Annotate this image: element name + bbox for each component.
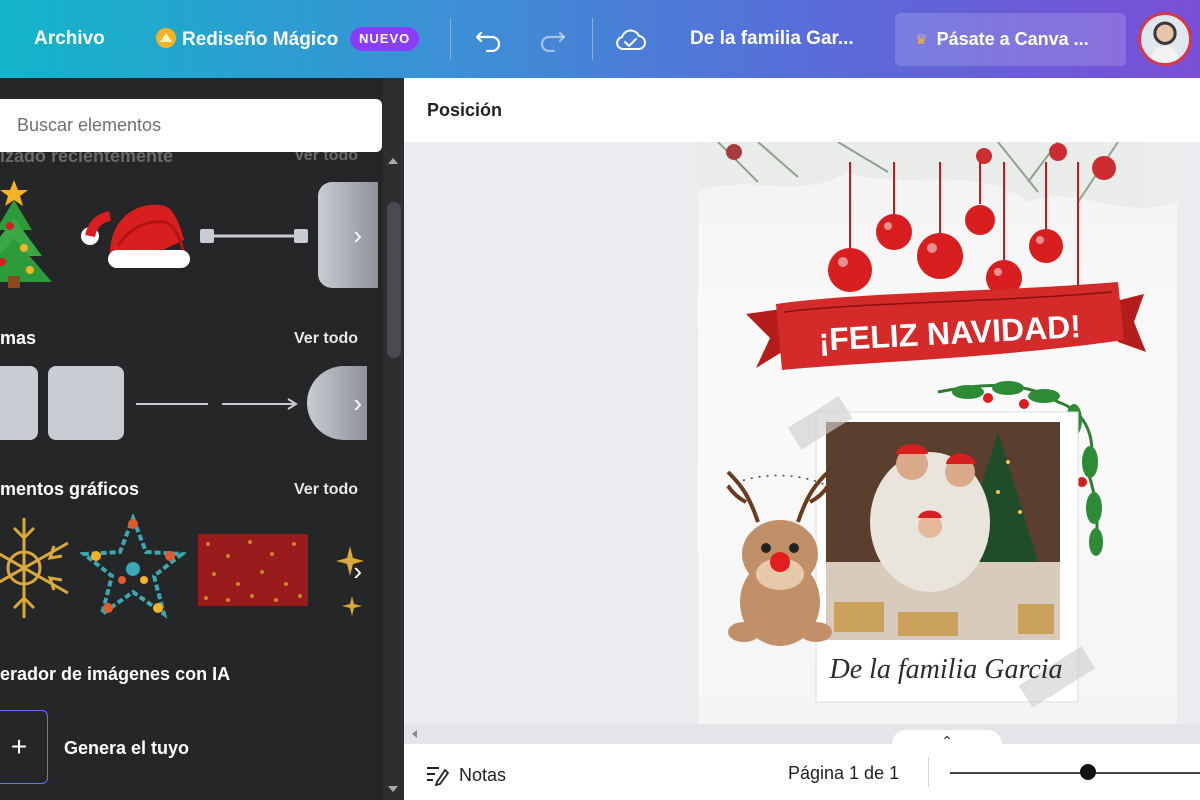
horizontal-scrollbar[interactable] [404,724,1200,744]
upgrade-button[interactable]: ♛ Pásate a Canva ... [895,13,1126,66]
divider [450,18,451,60]
section-title-shapes: mas [0,328,37,348]
scroll-right-graphics-button[interactable]: › [324,518,362,624]
magic-redesign-button[interactable]: Rediseño Mágico [156,28,338,51]
christmas-pattern-graphic[interactable] [198,534,308,606]
scroll-up-icon[interactable] [388,158,398,164]
save-status-button[interactable] [612,22,648,58]
new-badge: NUEVO [350,27,420,51]
search-input[interactable] [0,99,382,152]
scroll-left-icon[interactable] [412,730,417,738]
arrow-shape[interactable] [220,394,300,414]
undo-button[interactable] [471,22,507,58]
scroll-right-recent-button[interactable]: › [324,182,362,288]
redo-button[interactable] [534,22,570,58]
christmas-card-design[interactable]: ¡FELIZ NAVIDAD! De la familia Garcia [698,142,1177,724]
panel-scrollbar[interactable] [383,78,404,800]
magic-redesign-label: Rediseño Mágico [182,29,339,50]
upgrade-label: Pásate a Canva ... [936,29,1089,49]
divider [592,18,593,60]
notes-button[interactable]: Notas [425,764,506,786]
line-shape[interactable] [134,394,210,414]
generate-label[interactable]: Genera el tuyo [64,738,189,759]
zoom-slider-handle[interactable] [1080,764,1096,780]
crown-icon: ♛ [915,31,928,47]
notes-label: Notas [459,764,507,785]
elements-panel: izado recientemente Ver todo › mas Ver t… [0,78,404,800]
section-title-ai-generator: erador de imágenes con IA [0,664,231,684]
ornament-star-graphic[interactable] [80,514,186,622]
undo-icon [475,31,501,52]
scroll-thumb[interactable] [387,202,401,358]
line-with-ends-sticker[interactable] [198,226,310,246]
reindeer-sticker [726,470,832,646]
chevron-right-icon: › [353,387,362,418]
crown-icon [156,28,176,48]
bottom-bar: ⌃ Notas Página 1 de 1 [404,730,1200,800]
redo-icon [540,31,566,52]
christmas-tree-sticker[interactable] [0,178,64,294]
section-title-graphics: mentos gráficos [0,479,140,499]
rounded-square-shape[interactable] [48,366,124,440]
position-button[interactable]: Posición [427,100,502,121]
document-title[interactable]: De la familia Gar... [690,28,854,50]
scroll-down-icon[interactable] [388,786,398,792]
zoom-slider-track[interactable] [950,772,1200,774]
card-artwork: ¡FELIZ NAVIDAD! De la familia Garcia [698,142,1177,708]
top-bar: Archivo Rediseño Mágico NUEVO De la fami… [0,0,1200,78]
avatar[interactable] [1138,12,1192,66]
search-box [0,99,382,152]
notes-icon [427,767,449,786]
see-all-graphics-link[interactable]: Ver todo [294,481,358,499]
chevron-right-icon: › [353,219,362,250]
see-all-shapes-link[interactable]: Ver todo [294,330,358,348]
chevron-right-icon: › [353,555,362,586]
card-signature: De la familia Garcia [828,654,1062,685]
santa-hat-sticker[interactable] [80,196,190,276]
cloud-check-icon [616,29,646,50]
pine-branches [698,142,1177,208]
chevron-up-icon: ⌃ [941,733,953,749]
square-shape[interactable] [0,366,38,440]
page-indicator[interactable]: Página 1 de 1 [788,763,899,784]
generate-image-button[interactable]: + [0,710,48,784]
context-toolbar: Posición [404,78,1200,142]
show-pages-button[interactable]: ⌃ [892,730,1002,750]
plus-icon: + [10,731,28,762]
pattern-texture [204,540,302,602]
gold-snowflake-graphic[interactable] [0,512,74,624]
divider [928,757,929,787]
scroll-right-shapes-button[interactable]: › [324,350,362,456]
file-menu-button[interactable]: Archivo [34,28,105,50]
